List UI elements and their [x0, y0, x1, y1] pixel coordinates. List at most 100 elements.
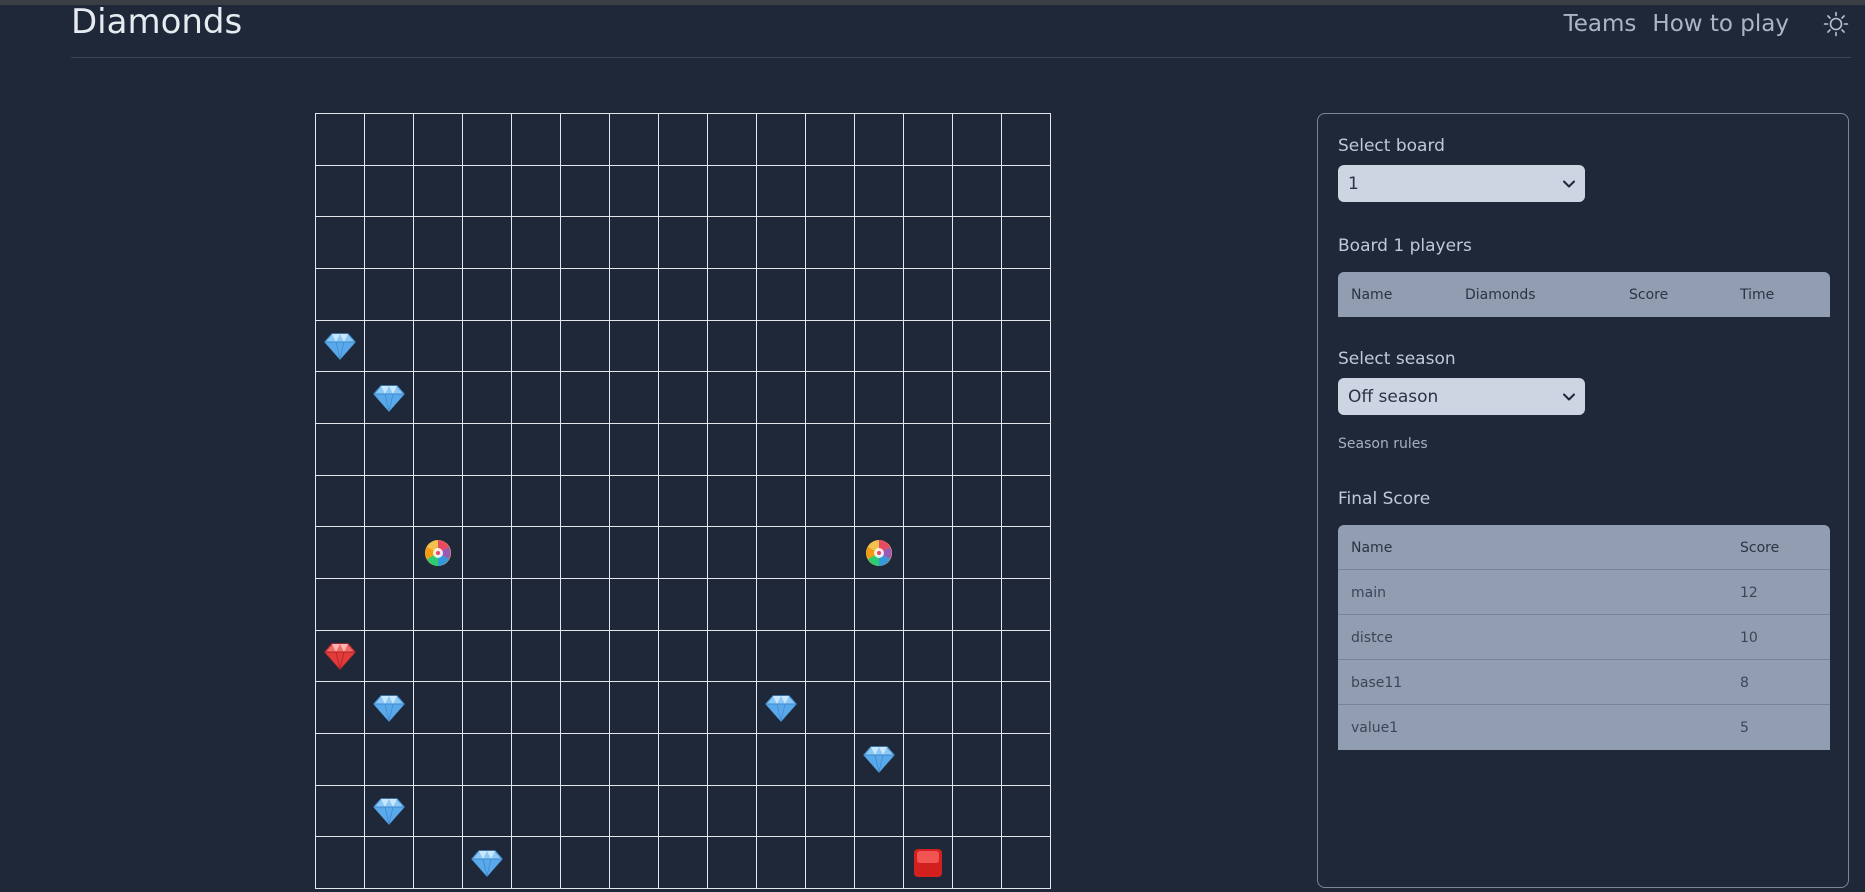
board-cell	[316, 320, 365, 373]
board-cell	[463, 837, 512, 889]
board-cell	[1002, 217, 1051, 269]
season-rules-link[interactable]: Season rules	[1338, 436, 1428, 452]
board-cell	[1002, 424, 1051, 476]
board-cell	[610, 630, 659, 683]
nav-link-teams[interactable]: Teams	[1564, 11, 1637, 37]
board-cell	[1002, 372, 1051, 424]
board-cell	[953, 424, 1002, 476]
board-cell	[806, 320, 855, 373]
board-cell	[561, 785, 610, 838]
board-select[interactable]: 1	[1338, 165, 1585, 202]
board-cell	[806, 630, 855, 683]
game-board	[315, 113, 1051, 889]
board-cell	[708, 372, 757, 424]
players-col-diamonds: Diamonds	[1465, 286, 1536, 303]
board-cell	[659, 114, 708, 166]
board-cell	[512, 217, 561, 269]
board-cell	[512, 785, 561, 838]
blue-diamond-icon	[764, 693, 798, 723]
theme-toggle-button[interactable]	[1821, 9, 1851, 39]
board-cell	[855, 372, 904, 424]
board-cell	[708, 527, 757, 579]
board-cell	[561, 579, 610, 631]
board-cell	[1002, 165, 1051, 218]
board-cell	[855, 217, 904, 269]
board-cell	[855, 837, 904, 889]
sun-icon	[1823, 11, 1849, 37]
board-cell	[855, 785, 904, 838]
board-cell	[414, 475, 463, 528]
board-cell	[512, 837, 561, 889]
board-cell	[561, 527, 610, 579]
board-cell	[610, 217, 659, 269]
board-cell	[659, 527, 708, 579]
board-cell	[463, 269, 512, 321]
red-button-icon	[911, 848, 945, 878]
board-cell	[659, 217, 708, 269]
board-cell	[659, 165, 708, 218]
final-score-value: 10	[1740, 629, 1758, 646]
board-cell	[953, 372, 1002, 424]
table-row: main 12	[1338, 570, 1830, 615]
board-cell	[953, 682, 1002, 734]
board-cell	[1002, 475, 1051, 528]
nav-link-how-to-play[interactable]: How to play	[1652, 11, 1789, 37]
board-cell	[659, 630, 708, 683]
board-cell	[708, 114, 757, 166]
board-cell	[904, 165, 953, 218]
board-cell	[806, 424, 855, 476]
board-cell	[316, 217, 365, 269]
board-cell	[757, 630, 806, 683]
board-cell	[561, 475, 610, 528]
board-cell	[1002, 527, 1051, 579]
board-cell	[855, 114, 904, 166]
season-select-value: Off season	[1348, 386, 1439, 407]
board-cell	[610, 785, 659, 838]
board-cell	[561, 372, 610, 424]
board-cell	[561, 320, 610, 373]
board-cell	[365, 630, 414, 683]
board-cell	[855, 475, 904, 528]
players-col-time: Time	[1740, 286, 1775, 303]
board-cell	[855, 734, 904, 786]
chevron-down-icon	[1563, 180, 1575, 187]
select-board-label: Select board	[1338, 136, 1445, 156]
board-cell	[904, 682, 953, 734]
board-cell	[855, 579, 904, 631]
board-cell	[1002, 579, 1051, 631]
board-cell	[316, 837, 365, 889]
board-cell	[904, 320, 953, 373]
board-cell	[757, 114, 806, 166]
board-cell	[1002, 114, 1051, 166]
board-cell	[806, 475, 855, 528]
board-cell	[414, 114, 463, 166]
board-cell	[561, 165, 610, 218]
table-row: base11 8	[1338, 660, 1830, 705]
board-cell	[463, 320, 512, 373]
board-cell	[708, 320, 757, 373]
board-cell	[904, 217, 953, 269]
board-cell	[610, 424, 659, 476]
board-cell	[561, 630, 610, 683]
board-cell	[1002, 269, 1051, 321]
season-select[interactable]: Off season	[1338, 378, 1585, 415]
board-cell	[708, 579, 757, 631]
board-cell	[806, 785, 855, 838]
board-cell	[512, 579, 561, 631]
board-cell	[953, 837, 1002, 889]
board-cell	[561, 424, 610, 476]
final-score-col-name: Name	[1351, 539, 1393, 556]
board-cell	[904, 630, 953, 683]
board-cell	[365, 217, 414, 269]
board-cell	[365, 114, 414, 166]
board-cell	[512, 165, 561, 218]
board-cell	[414, 579, 463, 631]
board-cell	[365, 579, 414, 631]
board-cell	[561, 837, 610, 889]
board-cell	[659, 424, 708, 476]
board-cell	[414, 269, 463, 321]
nav: Teams How to play	[1564, 9, 1851, 39]
side-panel: Select board 1 Board 1 players Name Diam…	[1317, 113, 1849, 888]
app-title[interactable]: Diamonds	[71, 2, 242, 42]
board-cell	[463, 475, 512, 528]
